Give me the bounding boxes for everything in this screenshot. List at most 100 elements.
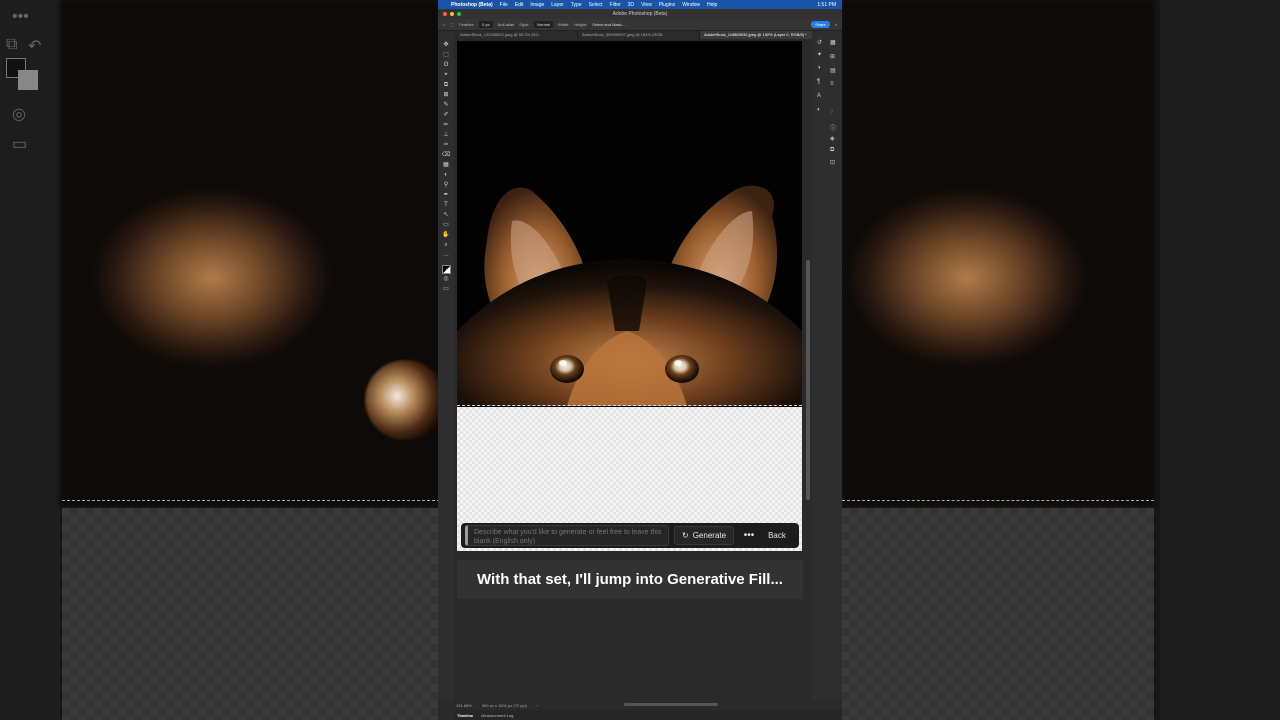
more-tools-icon[interactable]: … <box>443 251 449 260</box>
menu-layer[interactable]: Layer <box>551 2 564 8</box>
swatches-panel-icon[interactable]: ⊞ <box>830 53 835 60</box>
color-swatches-icon[interactable] <box>441 265 451 274</box>
tab-timeline[interactable]: Timeline <box>457 713 473 718</box>
hand-tool-icon[interactable]: ✋ <box>442 231 449 240</box>
style-select[interactable]: Normal <box>534 21 554 28</box>
screen-mode-icon[interactable]: ▭ <box>443 285 449 294</box>
quick-mask-icon[interactable]: ◎ <box>443 275 448 284</box>
menu-3d[interactable]: 3D <box>628 2 634 8</box>
feather-input[interactable]: 0 px <box>479 21 493 28</box>
chevron-right-icon[interactable]: › <box>537 703 538 708</box>
back-button[interactable]: Back <box>764 531 790 540</box>
type-tool-icon[interactable]: T <box>444 201 448 210</box>
document-dimensions: 900 px x 1601 px (72 ppi) <box>481 702 527 708</box>
generate-label: Generate <box>692 531 727 540</box>
more-options-button[interactable]: ••• <box>739 530 759 541</box>
menu-type[interactable]: Type <box>571 2 582 8</box>
navigator-panel-icon[interactable]: ⊡ <box>830 159 835 166</box>
crop-tool-icon[interactable]: ⧉ <box>444 81 448 90</box>
menu-filter[interactable]: Filter <box>610 2 621 8</box>
background-left-toolbar: ••• ⧉ ↶ ◎ ▭ <box>0 0 60 720</box>
marquee-tool-icon[interactable]: ⬚ <box>450 22 454 27</box>
generate-button[interactable]: ↻ Generate <box>674 526 735 545</box>
undo-icon: ↶ <box>28 38 42 55</box>
share-button[interactable]: Share <box>811 21 830 28</box>
style-label: Style: <box>519 22 530 27</box>
generate-icon: ↻ <box>682 531 689 540</box>
swap-icon: ⧉ <box>6 36 18 53</box>
paths-panel-icon[interactable]: ◌ <box>830 109 834 115</box>
search-icon[interactable]: ⌕ <box>835 22 837 27</box>
dog-photo <box>457 185 802 406</box>
background-selection-line <box>842 500 1154 501</box>
channels-panel-icon[interactable]: ◐ <box>817 107 821 113</box>
macos-menubar: Photoshop (Beta) File Edit Image Layer T… <box>438 0 842 9</box>
info-panel-icon[interactable]: ⓘ <box>830 123 836 132</box>
path-select-tool-icon[interactable]: ↖ <box>443 211 448 220</box>
app-menu[interactable]: Photoshop (Beta) <box>451 2 493 8</box>
feather-label: Feather: <box>459 22 475 27</box>
move-tool-icon[interactable]: ✥ <box>443 41 448 50</box>
tools-panel: ✥ ⬚ ʘ ⌖ ⧉ ⊠ ✎ ✐ ✏ ⊥ ✑ ⌫ ▦ ◐ ⚲ ✒ T ↖ ▭ ✋ … <box>438 31 454 701</box>
menu-image[interactable]: Image <box>530 2 544 8</box>
document-tabs: AdobeStock_122035922.jpeg @ 55.2% (RG...… <box>456 31 822 39</box>
menu-help[interactable]: Help <box>707 2 717 8</box>
home-icon[interactable]: ⌂ <box>443 22 445 27</box>
history-panel-icon[interactable]: ↺ <box>817 39 822 46</box>
lasso-tool-icon[interactable]: ʘ <box>444 61 449 70</box>
brush-panel-icon[interactable]: ✦ <box>817 51 822 58</box>
clone-stamp-tool-icon[interactable]: ⊥ <box>443 131 448 140</box>
menu-plugins[interactable]: Plugins <box>659 2 675 8</box>
contextual-task-bar: ↻ Generate ••• Back <box>461 523 799 548</box>
history-brush-tool-icon[interactable]: ✑ <box>443 141 448 150</box>
pen-tool-icon[interactable]: ✒ <box>443 191 448 200</box>
bottom-panel: Timeline Measurement Log <box>454 710 842 720</box>
eraser-tool-icon[interactable]: ⌫ <box>442 151 450 160</box>
select-and-mask-button[interactable]: Select and Mask... <box>592 22 625 27</box>
menu-select[interactable]: Select <box>589 2 603 8</box>
background-color-icon <box>18 70 38 90</box>
libraries-panel-icon[interactable]: ▤ <box>830 67 836 74</box>
generative-fill-prompt-input[interactable] <box>465 525 669 546</box>
paragraph-panel-icon[interactable]: ¶ <box>817 79 820 85</box>
menu-edit[interactable]: Edit <box>515 2 524 8</box>
document-canvas[interactable] <box>457 41 802 551</box>
layer-comps-panel-icon[interactable]: ⧉ <box>830 147 834 154</box>
layers-panel-icon[interactable]: ◈ <box>830 135 835 142</box>
blur-tool-icon[interactable]: ⚲ <box>444 181 448 190</box>
color-panel-icon[interactable]: ▦ <box>830 39 836 46</box>
window-titlebar: Adobe Photoshop (Beta) <box>438 9 842 19</box>
shape-tool-icon[interactable]: ▭ <box>443 221 449 230</box>
quick-select-tool-icon[interactable]: ⌖ <box>444 71 447 80</box>
vertical-scrollbar[interactable] <box>806 260 810 500</box>
brush-tool-icon[interactable]: ✏ <box>443 121 448 130</box>
adjustments-panel-icon[interactable]: ◑ <box>817 65 821 71</box>
panel-dock: ↺ ▦ ✦ ⊞ ◑ ▤ ¶ ≡ A ◐ ◌ ⓘ ◈ ⧉ ⊡ <box>812 31 842 701</box>
window-title: Adobe Photoshop (Beta) <box>612 11 668 17</box>
background-transparency <box>842 508 1154 720</box>
tab-measurement-log[interactable]: Measurement Log <box>481 713 513 718</box>
horizontal-scrollbar[interactable] <box>624 703 718 706</box>
photoshop-window: Photoshop (Beta) File Edit Image Layer T… <box>438 0 842 720</box>
glyphs-panel-icon[interactable]: A <box>817 93 821 99</box>
options-bar: ⌂ ⬚ Feather: 0 px Anti-alias Style: Norm… <box>438 19 842 31</box>
dodge-tool-icon[interactable]: ◐ <box>444 171 448 180</box>
document-tab[interactable]: AdobeStock_122035922.jpeg @ 55.2% (RG... <box>456 31 578 39</box>
menu-window[interactable]: Window <box>682 2 700 8</box>
menu-view[interactable]: View <box>641 2 652 8</box>
healing-brush-tool-icon[interactable]: ✐ <box>443 111 448 120</box>
anti-alias-checkbox[interactable]: Anti-alias <box>498 22 514 27</box>
document-tab[interactable]: AdobeStock_599559497.jpeg @ 184% (RGB... <box>578 31 700 39</box>
properties-panel-icon[interactable]: ≡ <box>830 81 834 87</box>
quick-mask-icon: ◎ <box>12 106 26 123</box>
eyedropper-tool-icon[interactable]: ✎ <box>443 101 448 110</box>
gradient-tool-icon[interactable]: ▦ <box>443 161 449 170</box>
menu-file[interactable]: File <box>500 2 508 8</box>
marquee-tool-icon[interactable]: ⬚ <box>443 51 449 60</box>
screen-mode-icon: ▭ <box>12 136 28 153</box>
background-dog-eye <box>365 360 445 440</box>
zoom-tool-icon[interactable]: ⌕ <box>444 241 447 250</box>
document-tab-active[interactable]: AdobeStock_116869932.jpeg @ 192% (Layer … <box>700 31 822 39</box>
zoom-level[interactable]: 191.88% <box>456 703 472 708</box>
frame-tool-icon[interactable]: ⊠ <box>443 91 448 100</box>
